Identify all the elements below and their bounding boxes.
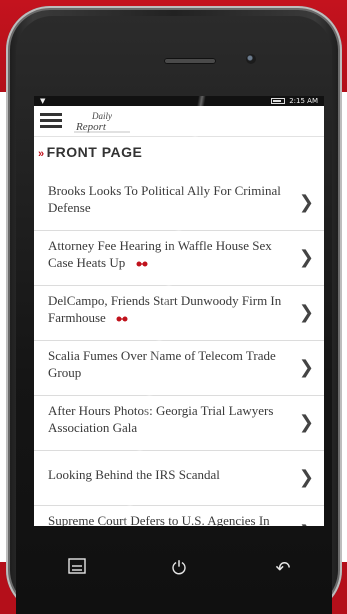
svg-text:Report: Report	[75, 121, 107, 133]
article-title: Attorney Fee Hearing in Waffle House Sex…	[48, 238, 272, 270]
article-title: After Hours Photos: Georgia Trial Lawyer…	[48, 403, 274, 435]
chevron-right-icon: ❯	[298, 302, 314, 323]
chevron-right-icon: ❯	[298, 467, 314, 488]
article-item[interactable]: Brooks Looks To Political Ally For Crimi…	[34, 176, 324, 231]
hamburger-icon[interactable]	[40, 113, 62, 129]
status-bar: ▼ 2:15 AM	[34, 96, 324, 106]
article-title: Supreme Court Defers to U.S. Agencies In…	[48, 513, 270, 526]
status-time: 2:15 AM	[289, 97, 318, 105]
section-heading: » FRONT PAGE	[34, 144, 142, 160]
article-list: Brooks Looks To Political Ally For Crimi…	[34, 176, 324, 526]
article-title: Looking Behind the IRS Scandal	[48, 467, 220, 482]
article-item[interactable]: Looking Behind the IRS Scandal ❯	[34, 451, 324, 506]
article-item[interactable]: Attorney Fee Hearing in Waffle House Sex…	[34, 231, 324, 286]
article-item[interactable]: After Hours Photos: Georgia Trial Lawyer…	[34, 396, 324, 451]
app-bar: Daily Report	[34, 106, 324, 137]
power-icon[interactable]: ⏻	[166, 556, 192, 582]
back-icon[interactable]: ↶	[270, 556, 296, 582]
glasses-icon	[136, 261, 148, 267]
battery-icon	[271, 98, 286, 104]
front-camera	[246, 54, 256, 64]
article-item[interactable]: Supreme Court Defers to U.S. Agencies In…	[34, 506, 324, 526]
phone-screen: ▼ 2:15 AM Daily Report » FRONT PAGE Brook…	[34, 96, 324, 526]
chevron-right-icon: ❯	[298, 192, 314, 213]
phone-nav-bar: ⏻ ↶	[34, 548, 324, 588]
svg-text:Daily: Daily	[91, 111, 112, 121]
article-title: Brooks Looks To Political Ally For Crimi…	[48, 183, 281, 215]
chevron-right-icon: ❯	[299, 523, 314, 527]
article-title: Scalia Fumes Over Name of Telecom Trade …	[48, 348, 276, 380]
article-item[interactable]: Scalia Fumes Over Name of Telecom Trade …	[34, 341, 324, 396]
speaker	[164, 58, 216, 64]
section-title-text: FRONT PAGE	[46, 144, 143, 160]
status-right: 2:15 AM	[271, 96, 318, 106]
chevron-right-icon: ❯	[298, 247, 314, 268]
signal-icon: ▼	[40, 97, 46, 105]
daily-report-logo: Daily Report	[74, 111, 130, 133]
chevron-right-icon: ❯	[298, 412, 314, 433]
chevron-right-icon: ❯	[298, 357, 314, 378]
article-item[interactable]: DelCampo, Friends Start Dunwoody Firm In…	[34, 286, 324, 341]
menu-icon[interactable]	[64, 556, 90, 582]
article-title: DelCampo, Friends Start Dunwoody Firm In…	[48, 293, 282, 325]
glasses-icon	[116, 316, 128, 322]
section-chevron-icon: »	[38, 148, 45, 160]
